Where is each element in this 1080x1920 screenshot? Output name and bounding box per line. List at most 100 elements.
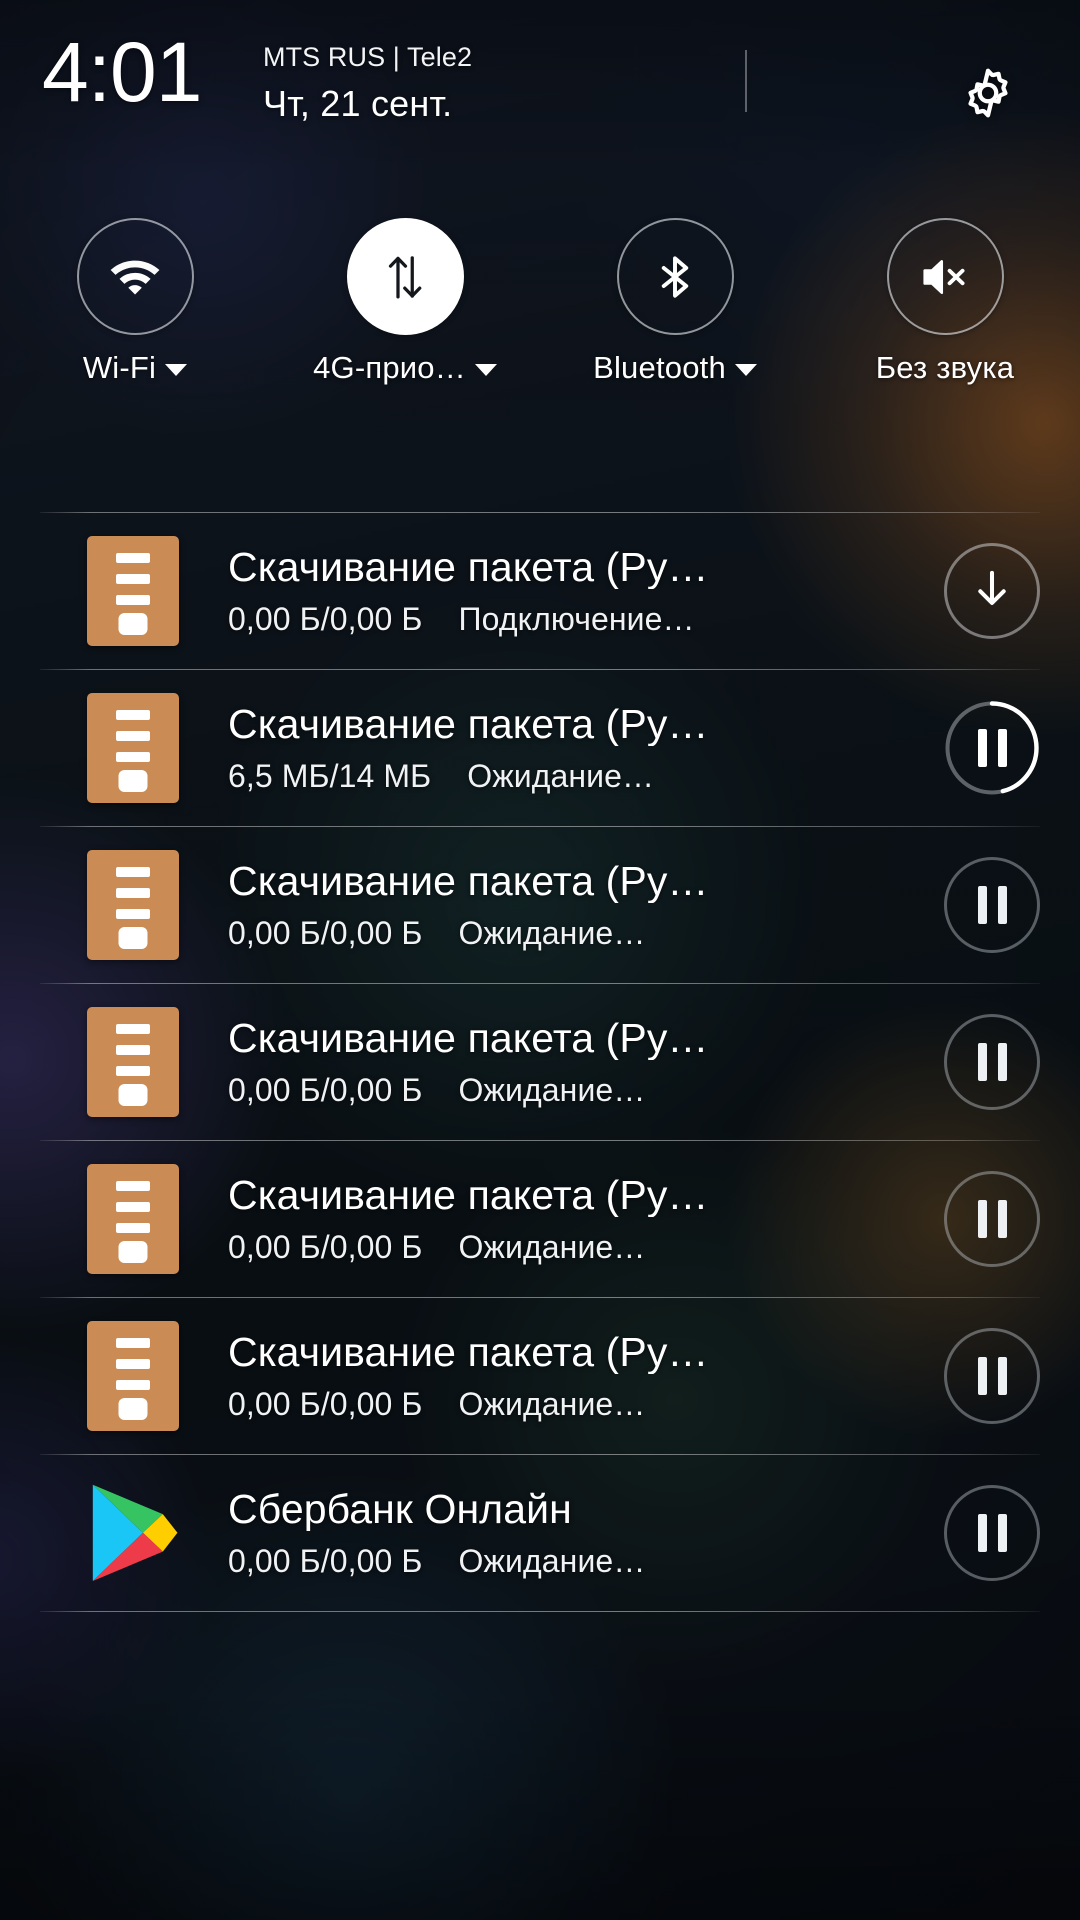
qs-label-mobile-data: 4G-прио… <box>313 352 497 383</box>
qs-label-text-wifi: Wi-Fi <box>82 350 157 385</box>
notification-status: Подключение… <box>458 601 695 638</box>
notification-status: Ожидание… <box>458 1386 646 1423</box>
notification-size: 0,00 Б/0,00 Б <box>228 915 423 952</box>
notification-title: Скачивание пакета (Ру… <box>228 1173 709 1218</box>
qs-tile-silent[interactable]: Без звука <box>810 218 1080 383</box>
download-arrow-icon <box>969 566 1015 617</box>
notification-subtitle: 0,00 Б/0,00 Б Ожидание… <box>228 1388 930 1422</box>
notification-title: Скачивание пакета (Ру… <box>228 545 709 590</box>
notification-title: Скачивание пакета (Ру… <box>228 859 709 904</box>
header-divider <box>745 50 747 112</box>
qs-label-bluetooth: Bluetooth <box>593 352 757 383</box>
notification-title: Скачивание пакета (Ру… <box>228 702 709 747</box>
volume-mute-icon <box>915 247 975 307</box>
notification-title: Скачивание пакета (Ру… <box>228 1330 709 1375</box>
qs-toggle-bluetooth[interactable] <box>616 218 734 335</box>
notification-row[interactable]: Скачивание пакета (Ру… 0,00 Б/0,00 Б Подкл… <box>0 513 1080 669</box>
mobile-data-icon <box>376 248 434 306</box>
notification-action-button[interactable] <box>944 857 1040 953</box>
package-icon <box>87 1007 179 1117</box>
notification-row[interactable]: Скачивание пакета (Ру… 0,00 Б/0,00 Б Ожида… <box>0 984 1080 1140</box>
notification-size: 6,5 МБ/14 МБ <box>228 758 432 795</box>
wifi-icon <box>106 248 164 306</box>
pause-icon <box>977 1357 1007 1395</box>
notification-subtitle: 0,00 Б/0,00 Б Подключение… <box>228 603 930 637</box>
notification-size: 0,00 Б/0,00 Б <box>228 601 423 638</box>
notification-app-icon <box>78 850 188 960</box>
notification-size: 0,00 Б/0,00 Б <box>228 1229 423 1266</box>
notification-shade: 4:01 MTS RUS | Tele2 Чт, 21 сент. Wi-Fi … <box>0 0 1080 1920</box>
notification-subtitle: 0,00 Б/0,00 Б Ожидание… <box>228 1231 930 1265</box>
notification-action-button[interactable] <box>944 543 1040 639</box>
date-label: Чт, 21 сент. <box>263 82 453 124</box>
package-icon <box>87 693 179 803</box>
notification-action-button[interactable] <box>944 1014 1040 1110</box>
notification-app-icon <box>78 536 188 646</box>
qs-tile-wifi[interactable]: Wi-Fi <box>0 218 270 383</box>
header-text-block: MTS RUS | Tele2 Чт, 21 сент. <box>263 42 472 123</box>
pause-icon <box>977 1043 1007 1081</box>
package-icon <box>87 1321 179 1431</box>
notification-status: Ожидание… <box>458 1229 646 1266</box>
gear-icon <box>958 63 1018 123</box>
notification-list: Скачивание пакета (Ру… 0,00 Б/0,00 Б Подкл… <box>0 512 1080 1612</box>
notification-text-block: Скачивание пакета (Ру… 0,00 Б/0,00 Б Ожида… <box>188 859 944 951</box>
qs-toggle-wifi[interactable] <box>76 218 194 335</box>
package-icon <box>87 850 179 960</box>
notification-row[interactable]: Скачивание пакета (Ру… 0,00 Б/0,00 Б Ожида… <box>0 1298 1080 1454</box>
notification-text-block: Скачивание пакета (Ру… 0,00 Б/0,00 Б Подкл… <box>188 545 944 637</box>
google-play-icon <box>92 1484 178 1581</box>
chevron-down-icon <box>474 363 497 376</box>
package-icon <box>87 536 179 646</box>
notification-action-button[interactable] <box>944 1485 1040 1581</box>
qs-label-text-bluetooth: Bluetooth <box>593 350 726 385</box>
notification-action-button[interactable] <box>944 1328 1040 1424</box>
pause-icon <box>977 1200 1007 1238</box>
notification-subtitle: 6,5 МБ/14 МБ Ожидание… <box>228 760 930 794</box>
pause-icon <box>977 1514 1007 1552</box>
notification-app-icon <box>78 1321 188 1431</box>
notification-row[interactable]: Скачивание пакета (Ру… 6,5 МБ/14 МБ Ожидан… <box>0 670 1080 826</box>
package-icon <box>87 1164 179 1274</box>
notification-text-block: Скачивание пакета (Ру… 0,00 Б/0,00 Б Ожида… <box>188 1016 944 1108</box>
settings-button[interactable] <box>952 57 1024 129</box>
notification-text-block: Скачивание пакета (Ру… 0,00 Б/0,00 Б Ожида… <box>188 1173 944 1265</box>
notification-status: Ожидание… <box>458 915 646 952</box>
notification-title: Скачивание пакета (Ру… <box>228 1016 709 1061</box>
notification-row[interactable]: Сбербанк Онлайн 0,00 Б/0,00 Б Ожидание… <box>0 1455 1080 1611</box>
notification-subtitle: 0,00 Б/0,00 Б Ожидание… <box>228 1545 930 1579</box>
qs-tile-bluetooth[interactable]: Bluetooth <box>540 218 810 383</box>
notification-text-block: Скачивание пакета (Ру… 0,00 Б/0,00 Б Ожида… <box>188 1330 944 1422</box>
qs-toggle-silent[interactable] <box>886 218 1004 335</box>
pause-icon <box>977 729 1007 767</box>
notification-subtitle: 0,00 Б/0,00 Б Ожидание… <box>228 1074 930 1108</box>
qs-toggle-mobile-data[interactable] <box>346 218 464 335</box>
notification-size: 0,00 Б/0,00 Б <box>228 1072 423 1109</box>
clock: 4:01 <box>42 25 202 119</box>
notification-action-button[interactable] <box>944 1171 1040 1267</box>
qs-label-text-mobile-data: 4G-прио… <box>313 350 466 385</box>
notification-text-block: Скачивание пакета (Ру… 6,5 МБ/14 МБ Ожидан… <box>188 702 944 794</box>
qs-label-text-silent: Без звука <box>875 350 1015 385</box>
notification-app-icon <box>78 693 188 803</box>
chevron-down-icon <box>165 363 188 376</box>
qs-label-wifi: Wi-Fi <box>82 350 188 385</box>
notification-action-button[interactable] <box>944 700 1040 796</box>
notification-title: Сбербанк Онлайн <box>228 1487 572 1532</box>
qs-label-silent: Без звука <box>876 352 1015 383</box>
qs-tile-mobile-data[interactable]: 4G-прио… <box>270 218 540 383</box>
notification-status: Ожидание… <box>458 1072 646 1109</box>
carrier-label: MTS RUS | Tele2 <box>263 42 473 72</box>
notification-row[interactable]: Скачивание пакета (Ру… 0,00 Б/0,00 Б Ожида… <box>0 827 1080 983</box>
notification-size: 0,00 Б/0,00 Б <box>228 1386 423 1423</box>
notification-app-icon <box>78 1164 188 1274</box>
notification-row[interactable]: Скачивание пакета (Ру… 0,00 Б/0,00 Б Ожида… <box>0 1141 1080 1297</box>
notification-size: 0,00 Б/0,00 Б <box>228 1543 423 1580</box>
status-header: 4:01 MTS RUS | Tele2 Чт, 21 сент. <box>0 0 1080 178</box>
notification-app-icon <box>78 1007 188 1117</box>
notification-status: Ожидание… <box>467 758 655 795</box>
chevron-down-icon <box>734 363 757 376</box>
notification-divider <box>40 1611 1040 1612</box>
notification-status: Ожидание… <box>458 1543 646 1580</box>
notification-subtitle: 0,00 Б/0,00 Б Ожидание… <box>228 917 930 951</box>
